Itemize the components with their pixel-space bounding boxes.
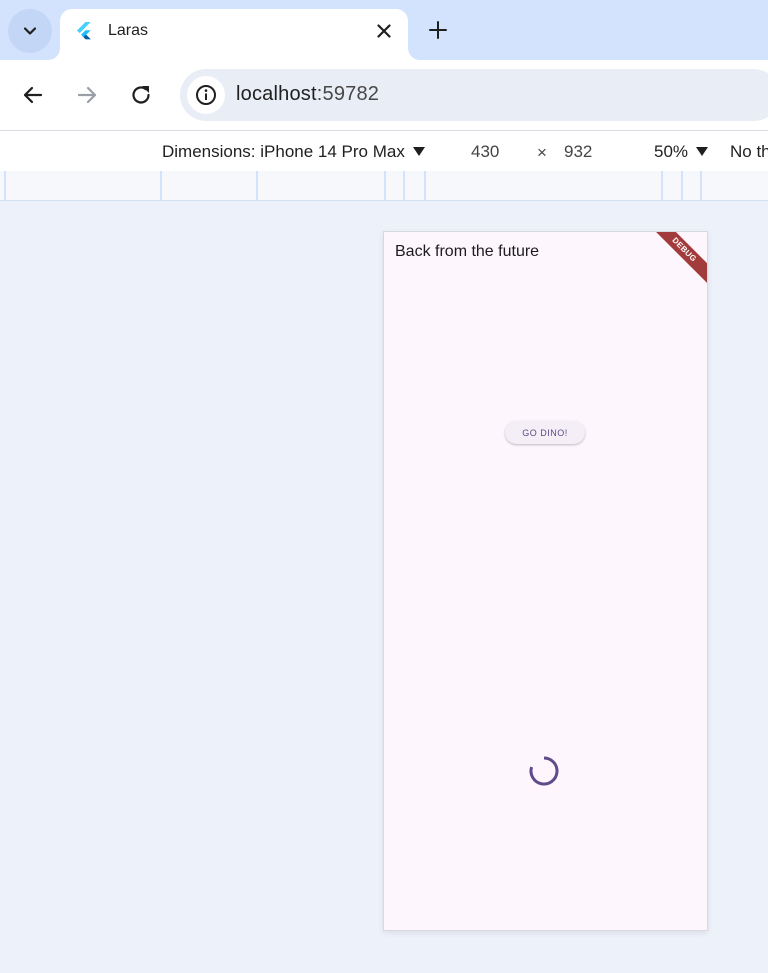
chevron-down-icon bbox=[23, 27, 37, 35]
tab-search-button[interactable] bbox=[8, 9, 52, 53]
dimension-separator: × bbox=[537, 143, 547, 162]
new-tab-icon[interactable] bbox=[427, 19, 449, 41]
device-toolbar: Dimensions: iPhone 14 Pro Max 430 × 932 … bbox=[0, 131, 768, 171]
device-viewport: Back from the future DEBUG GO DINO! bbox=[383, 231, 708, 931]
device-height-input[interactable]: 932 bbox=[564, 142, 592, 162]
media-query-marker[interactable] bbox=[661, 171, 663, 200]
site-info-button[interactable] bbox=[187, 76, 225, 114]
media-query-marker[interactable] bbox=[424, 171, 426, 200]
url-host: localhost bbox=[236, 83, 317, 105]
url-text: localhost:59782 bbox=[236, 83, 379, 106]
media-query-marker[interactable] bbox=[4, 171, 6, 200]
go-dino-button[interactable]: GO DINO! bbox=[505, 421, 585, 444]
media-query-bar bbox=[0, 171, 768, 201]
back-arrow-icon[interactable] bbox=[20, 82, 46, 108]
throttle-select[interactable]: No th bbox=[730, 142, 768, 162]
media-query-marker[interactable] bbox=[403, 171, 405, 200]
url-port: :59782 bbox=[316, 83, 380, 105]
zoom-value: 50% bbox=[654, 142, 689, 161]
forward-arrow-icon[interactable] bbox=[74, 82, 100, 108]
app-bar-title: Back from the future bbox=[395, 243, 540, 260]
browser-toolbar: localhost:59782 bbox=[0, 60, 768, 131]
address-bar[interactable]: localhost:59782 bbox=[180, 69, 768, 121]
media-query-marker[interactable] bbox=[681, 171, 683, 200]
browser-tab[interactable]: Laras bbox=[60, 9, 408, 60]
device-width-input[interactable]: 430 bbox=[471, 142, 499, 162]
debug-banner: DEBUG bbox=[647, 232, 707, 287]
tab-strip: Laras bbox=[0, 0, 768, 60]
media-query-marker[interactable] bbox=[384, 171, 386, 200]
device-dimensions-label: Dimensions: iPhone 14 Pro Max bbox=[162, 142, 405, 161]
device-dimensions-select[interactable]: Dimensions: iPhone 14 Pro Max bbox=[162, 142, 425, 162]
close-icon[interactable] bbox=[374, 21, 394, 41]
media-query-marker[interactable] bbox=[700, 171, 702, 200]
media-query-marker[interactable] bbox=[160, 171, 162, 200]
flutter-logo-icon bbox=[77, 22, 91, 40]
info-icon bbox=[196, 85, 216, 105]
loading-spinner-icon bbox=[529, 756, 559, 786]
tab-title: Laras bbox=[108, 22, 149, 39]
caret-down-icon bbox=[412, 146, 425, 156]
zoom-select[interactable]: 50% bbox=[654, 142, 709, 162]
media-query-marker[interactable] bbox=[256, 171, 258, 200]
caret-down-icon bbox=[696, 146, 709, 156]
reload-icon[interactable] bbox=[128, 82, 154, 108]
